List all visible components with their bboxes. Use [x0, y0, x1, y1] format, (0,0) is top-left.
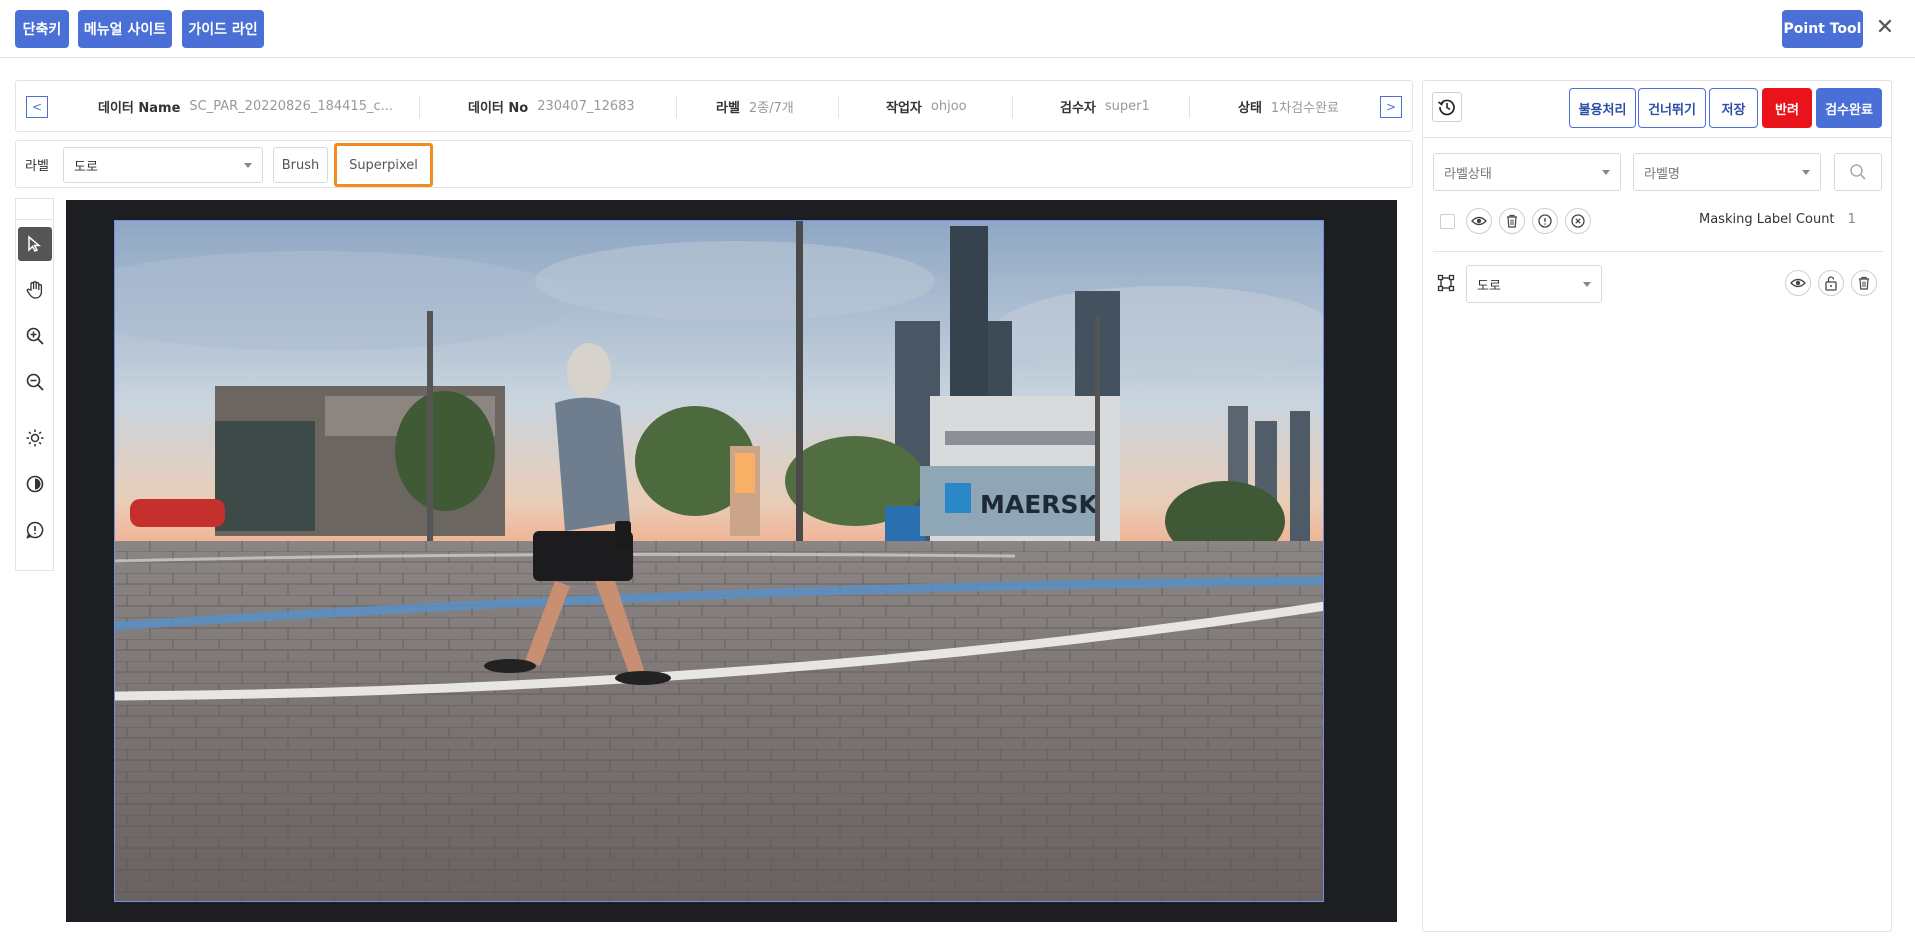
defect-button[interactable]: 불용처리 [1569, 88, 1636, 128]
label-name-select[interactable]: 라벨명 [1633, 153, 1821, 191]
contrast-icon[interactable] [18, 467, 52, 501]
tool-strip [15, 198, 54, 571]
select-arrow-icon[interactable] [18, 227, 52, 261]
chevron-down-icon [1802, 170, 1810, 175]
info-key: 작업자 [886, 100, 922, 116]
label-item-select[interactable]: 도로 [1466, 265, 1602, 303]
prev-data-button[interactable]: < [26, 96, 48, 118]
close-icon[interactable]: ✕ [1873, 16, 1897, 40]
container-text: MAERSK [980, 490, 1100, 519]
trash-icon[interactable] [1851, 270, 1877, 296]
search-icon [1850, 164, 1866, 180]
divider [1012, 96, 1013, 118]
brightness-icon[interactable] [18, 421, 52, 455]
hand-pan-icon[interactable] [18, 273, 52, 307]
chevron-down-icon [1602, 170, 1610, 175]
comment-close-icon[interactable] [1565, 208, 1591, 234]
select-all-checkbox[interactable] [1440, 214, 1455, 229]
zoom-in-icon[interactable] [18, 319, 52, 353]
label-select-value: 도로 [74, 159, 98, 175]
masking-label-count-value: 1 [1847, 212, 1856, 227]
polygon-icon [1437, 274, 1455, 292]
superpixel-button[interactable]: Superpixel [334, 143, 433, 187]
label-item-name: 도로 [1477, 278, 1501, 294]
skip-button[interactable]: 건너뛰기 [1638, 88, 1706, 128]
label-select[interactable]: 도로 [63, 147, 263, 183]
info-value: 1차검수완료 [1270, 100, 1339, 116]
label-caption: 라벨 [25, 159, 49, 174]
divider [16, 219, 53, 220]
image-canvas[interactable]: MAERSK [66, 200, 1397, 922]
save-button[interactable]: 저장 [1709, 88, 1758, 128]
label-status-select[interactable]: 라벨상태 [1433, 153, 1621, 191]
chevron-down-icon [244, 163, 252, 168]
brush-button[interactable]: Brush [273, 147, 328, 183]
info-value: super1 [1104, 98, 1150, 114]
chevron-down-icon [1583, 282, 1591, 287]
info-data-name: 데이터 Name SC_PAR_20220826_184415_c... [98, 81, 393, 131]
scene-image[interactable]: MAERSK [114, 220, 1324, 902]
trash-icon[interactable] [1499, 208, 1525, 234]
review-complete-button[interactable]: 검수완료 [1816, 88, 1882, 128]
zoom-out-icon[interactable] [18, 365, 52, 399]
alert-icon[interactable] [18, 513, 52, 547]
comment-alert-icon[interactable] [1532, 208, 1558, 234]
top-bar: 단축키 메뉴얼 사이트 가이드 라인 Point Tool ✕ [0, 0, 1915, 58]
street-scene-illustration: MAERSK [115, 221, 1323, 901]
eye-icon[interactable] [1466, 208, 1492, 234]
unlock-icon[interactable] [1818, 270, 1844, 296]
point-tool-button[interactable]: Point Tool [1782, 10, 1863, 48]
info-key: 데이터 No [468, 100, 529, 116]
label-toolbar: 라벨 도로 Brush Superpixel [15, 140, 1413, 188]
history-icon [1437, 99, 1455, 116]
guideline-button[interactable]: 가이드 라인 [182, 10, 264, 48]
masking-label-count: Masking Label Count 1 [1699, 212, 1856, 227]
divider [419, 96, 420, 118]
label-status-placeholder: 라벨상태 [1444, 166, 1492, 182]
info-key: 상태 [1238, 100, 1262, 116]
info-value: SC_PAR_20220826_184415_c... [189, 98, 394, 114]
divider [838, 96, 839, 118]
next-data-button[interactable]: > [1380, 96, 1402, 118]
info-value: ohjoo [930, 98, 967, 114]
info-reviewer: 검수자 super1 [1060, 81, 1150, 131]
divider [1423, 137, 1891, 138]
manual-site-button[interactable]: 메뉴얼 사이트 [78, 10, 172, 48]
info-value: 230407_12683 [537, 98, 635, 114]
info-key: 라벨 [716, 100, 740, 116]
data-info-bar: < 데이터 Name SC_PAR_20220826_184415_c... 데… [15, 80, 1413, 132]
eye-icon[interactable] [1785, 270, 1811, 296]
reject-button[interactable]: 반려 [1762, 88, 1812, 128]
shortcuts-button[interactable]: 단축키 [15, 10, 69, 48]
search-button[interactable] [1834, 153, 1882, 191]
divider [1189, 96, 1190, 118]
history-button[interactable] [1432, 92, 1462, 122]
info-label: 라벨 2종/7개 [716, 81, 794, 131]
divider [676, 96, 677, 118]
info-key: 검수자 [1060, 100, 1096, 116]
info-status: 상태 1차검수완료 [1238, 81, 1339, 131]
masking-label-count-text: Masking Label Count [1699, 212, 1835, 227]
divider [1433, 251, 1883, 252]
right-panel: 불용처리 건너뛰기 저장 반려 검수완료 라벨상태 라벨명 Masking La… [1422, 80, 1892, 932]
info-key: 데이터 Name [98, 100, 181, 116]
info-worker: 작업자 ohjoo [886, 81, 967, 131]
label-name-placeholder: 라벨명 [1644, 166, 1680, 182]
info-data-no: 데이터 No 230407_12683 [468, 81, 635, 131]
info-value: 2종/7개 [748, 100, 794, 116]
